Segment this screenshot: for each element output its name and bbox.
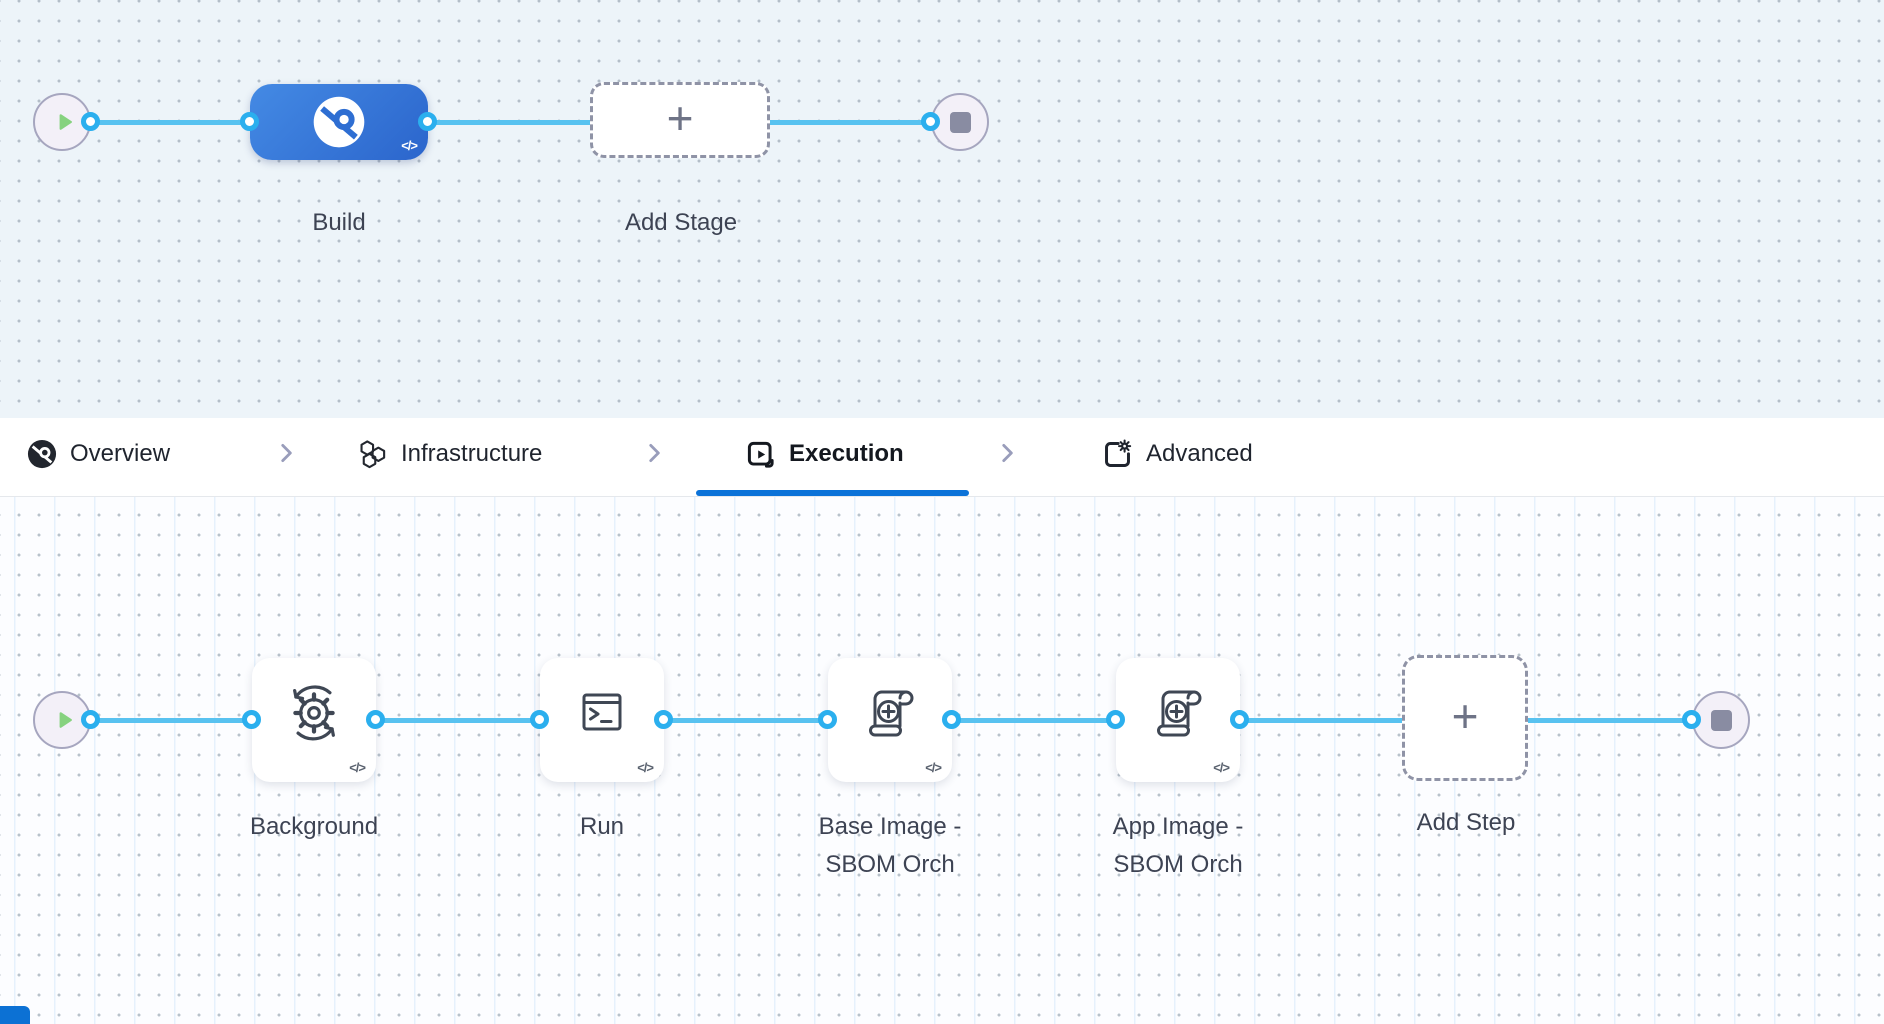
stage-tab-bar: Overview Infrastructure Execution Advanc… [0, 418, 1884, 497]
stage-label: Build [312, 209, 366, 236]
connector-point[interactable] [1106, 710, 1125, 729]
tab-label: Infrastructure [401, 440, 543, 467]
active-tab-underline [696, 490, 969, 496]
canvas-corner-button[interactable] [0, 1006, 30, 1024]
ci-overview-icon [27, 439, 57, 469]
chevron-right-icon [649, 444, 660, 462]
yaml-code-icon[interactable]: </> [925, 760, 942, 775]
add-stage-button[interactable]: + [590, 82, 770, 158]
connector-point[interactable] [654, 710, 673, 729]
connector-point[interactable] [818, 710, 837, 729]
yaml-code-icon[interactable]: </> [637, 760, 654, 775]
ci-build-icon [313, 96, 365, 148]
step-node-base-image-sbom[interactable]: </> [828, 658, 952, 782]
sbom-scroll-icon [869, 690, 914, 737]
yaml-code-icon[interactable]: </> [349, 760, 366, 775]
tab-infrastructure[interactable]: Infrastructure [357, 418, 542, 490]
tab-advanced[interactable]: Advanced [1102, 418, 1253, 490]
stage-node-build[interactable]: </> [250, 84, 428, 160]
connector-point[interactable] [1230, 710, 1249, 729]
connector-point[interactable] [366, 710, 385, 729]
sbom-scroll-icon [1157, 690, 1202, 737]
connector-point[interactable] [942, 710, 961, 729]
square-gear-icon [1105, 439, 1132, 467]
add-step-label: Add Step [1416, 809, 1516, 836]
tab-overview[interactable]: Overview [27, 418, 170, 490]
stop-icon [1710, 709, 1732, 731]
step-label: Base Image - SBOM Orch [818, 813, 962, 878]
background-sync-icon [293, 685, 335, 741]
chevron-right-icon [1002, 444, 1013, 462]
connector-point[interactable] [240, 112, 259, 131]
chevron-right-icon [281, 444, 292, 462]
step-label: Run [579, 813, 625, 840]
connector-point[interactable] [1682, 710, 1701, 729]
play-square-icon [747, 441, 774, 468]
step-label: Background [249, 813, 379, 840]
connector-point[interactable] [242, 710, 261, 729]
tab-execution[interactable]: Execution [745, 418, 904, 490]
play-icon [59, 712, 72, 728]
connector-point[interactable] [81, 112, 100, 131]
stage-canvas[interactable]: </> + Build Add Stage [0, 0, 1884, 418]
hexagons-icon [360, 439, 386, 468]
connector-point[interactable] [530, 710, 549, 729]
plus-icon: + [666, 92, 694, 144]
step-node-run[interactable]: </> [540, 658, 664, 782]
yaml-code-icon[interactable]: </> [1213, 760, 1230, 775]
connector-point[interactable] [921, 112, 940, 131]
pipeline-studio: </> + Build Add Stage Overview Infrastru… [0, 0, 1884, 1024]
step-node-background[interactable]: </> [252, 658, 376, 782]
connector-point[interactable] [418, 112, 437, 131]
play-icon [59, 114, 72, 130]
execution-canvas[interactable]: </> </> </> </> + Background Run Base Im… [0, 496, 1884, 1024]
terminal-icon [582, 693, 622, 731]
step-node-app-image-sbom[interactable]: </> [1116, 658, 1240, 782]
stop-icon [949, 111, 971, 133]
add-step-button[interactable]: + [1402, 655, 1528, 781]
tab-label: Overview [70, 440, 171, 467]
tab-label: Advanced [1146, 440, 1253, 467]
plus-icon: + [1451, 690, 1479, 742]
stage-edge-line [91, 120, 931, 125]
step-label: App Image - SBOM Orch [1112, 813, 1244, 878]
add-stage-label: Add Stage [624, 209, 738, 236]
tab-label: Execution [789, 440, 904, 467]
yaml-code-icon[interactable]: </> [401, 138, 418, 153]
connector-point[interactable] [81, 710, 100, 729]
